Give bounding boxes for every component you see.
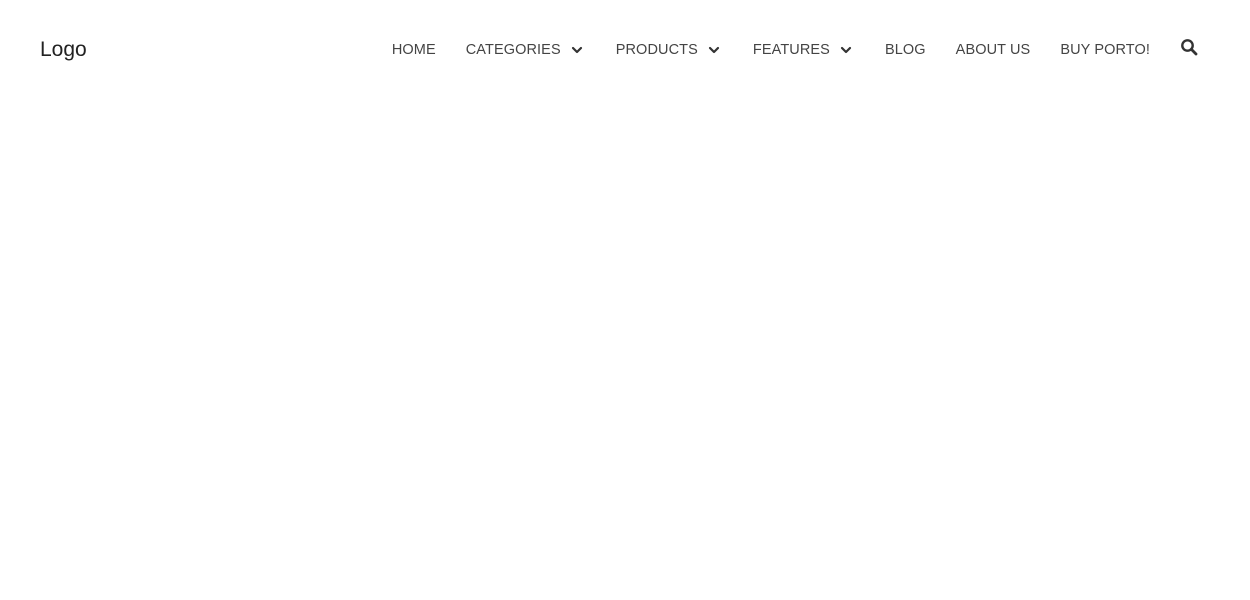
nav-item-label: PRODUCTS [615,42,698,58]
nav-item-about-us[interactable]: ABOUT US [956,42,1031,58]
chevron-down-icon [571,44,583,56]
search-icon [1180,38,1198,61]
nav-item-label: CATEGORIES [465,42,561,58]
site-header: Logo HOME CATEGORIES PRODUCTS FEATURES B… [0,0,1250,100]
nav-item-products[interactable]: PRODUCTS [616,42,720,58]
chevron-down-icon [840,44,852,56]
nav-item-buy-porto[interactable]: BUY PORTO! [1060,42,1150,58]
nav-item-label: ABOUT US [955,42,1031,58]
main-nav: HOME CATEGORIES PRODUCTS FEATURES BLOG A… [392,0,1250,100]
nav-item-blog[interactable]: BLOG [885,42,926,58]
logo[interactable]: Logo [40,38,87,62]
nav-item-categories[interactable]: CATEGORIES [466,42,583,58]
nav-item-features[interactable]: FEATURES [753,42,852,58]
search-button[interactable] [1180,38,1198,61]
chevron-down-icon [708,44,720,56]
nav-item-label: BLOG [884,42,926,58]
nav-item-label: HOME [391,42,436,58]
nav-item-label: BUY PORTO! [1060,42,1150,58]
nav-item-home[interactable]: HOME [392,42,436,58]
nav-item-label: FEATURES [752,42,830,58]
